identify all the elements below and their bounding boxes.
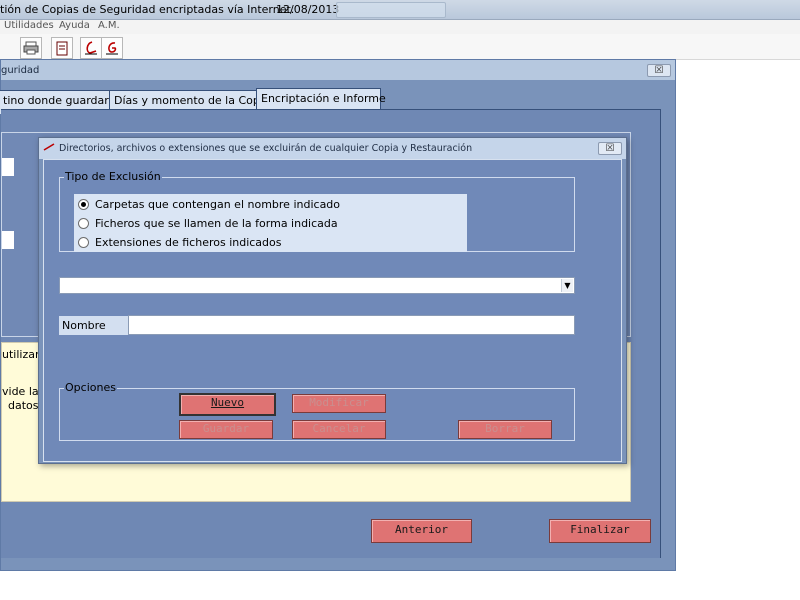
nuevo-button[interactable]: Nuevo	[179, 393, 276, 416]
radio-button-selected[interactable]	[78, 198, 89, 210]
radio-carpetas[interactable]: Carpetas que contengan el nombre indicad…	[78, 195, 340, 213]
exclusion-options: Carpetas que contengan el nombre indicad…	[74, 194, 467, 252]
dialog-body: Tipo de Exclusión Carpetas que contengan…	[43, 159, 622, 462]
menu-utilidades[interactable]: Utilidades	[4, 20, 54, 31]
menu-ayuda[interactable]: Ayuda	[59, 20, 90, 31]
main-window-close-button[interactable]: ☒	[647, 64, 671, 77]
chevron-down-icon[interactable]: ▼	[561, 279, 573, 292]
list-fragment	[2, 231, 14, 249]
anterior-button[interactable]: Anterior	[371, 519, 472, 543]
list-fragment	[2, 158, 14, 176]
menu-am[interactable]: A.M.	[98, 20, 120, 31]
radio-label: Carpetas que contengan el nombre indicad…	[95, 197, 341, 211]
nombre-label: Nombre	[59, 316, 129, 335]
app-title: tión de Copias de Seguridad encriptadas …	[0, 3, 295, 16]
borrar-button[interactable]: Borrar	[458, 420, 552, 439]
radio-extensiones[interactable]: Extensiones de ficheros indicados	[78, 233, 282, 251]
background-window-tab[interactable]	[336, 2, 446, 18]
document-icon[interactable]	[51, 37, 73, 59]
menu-bar: Utilidades Ayuda A.M.	[0, 20, 800, 34]
tab-label: Días y momento de la Copia	[114, 94, 270, 107]
cancelar-button[interactable]: Cancelar	[292, 420, 386, 439]
radio-label: Extensiones de ficheros indicados	[95, 235, 282, 249]
radio-ficheros[interactable]: Ficheros que se llamen de la forma indic…	[78, 214, 338, 232]
app-title-bar: tión de Copias de Seguridad encriptadas …	[0, 0, 800, 20]
toolbar	[0, 34, 800, 60]
options-group: Opciones Nuevo Modificar Guardar Cancela…	[59, 381, 575, 441]
radio-label: Ficheros que se llamen de la forma indic…	[95, 216, 338, 230]
close-icon: ☒	[605, 143, 615, 154]
dialog-title: Directorios, archivos o extensiones que …	[59, 143, 473, 154]
options-legend: Opciones	[64, 381, 117, 394]
exclusion-type-group: Tipo de Exclusión Carpetas que contengan…	[59, 170, 575, 252]
exclusion-dialog: Directorios, archivos o extensiones que …	[38, 137, 627, 464]
modificar-button[interactable]: Modificar	[292, 394, 386, 413]
nombre-input[interactable]	[128, 315, 575, 335]
tab-label: tino donde guardarlos	[3, 94, 125, 107]
exclusion-type-legend: Tipo de Exclusión	[64, 170, 162, 183]
finalizar-button[interactable]: Finalizar	[549, 519, 651, 543]
main-window-title: guridad	[1, 65, 40, 76]
tab-label: Encriptación e Informe	[261, 92, 386, 105]
main-window-titlebar: guridad ☒	[1, 60, 675, 80]
radio-button[interactable]	[78, 236, 89, 248]
printer-icon[interactable]	[20, 37, 42, 59]
dialog-close-button[interactable]: ☒	[598, 142, 622, 155]
nuevo-label: Nuevo	[210, 396, 245, 409]
title-date: 12/08/2013	[276, 3, 340, 16]
signature-g-icon[interactable]	[101, 37, 123, 59]
exclusion-combo[interactable]: ▼	[59, 277, 575, 294]
radio-button[interactable]	[78, 217, 89, 229]
close-icon: ☒	[654, 65, 664, 76]
dialog-titlebar: Directorios, archivos o extensiones que …	[39, 138, 626, 159]
pen-icon	[43, 143, 55, 151]
guardar-button[interactable]: Guardar	[179, 420, 273, 439]
signature-icon[interactable]	[80, 37, 102, 59]
